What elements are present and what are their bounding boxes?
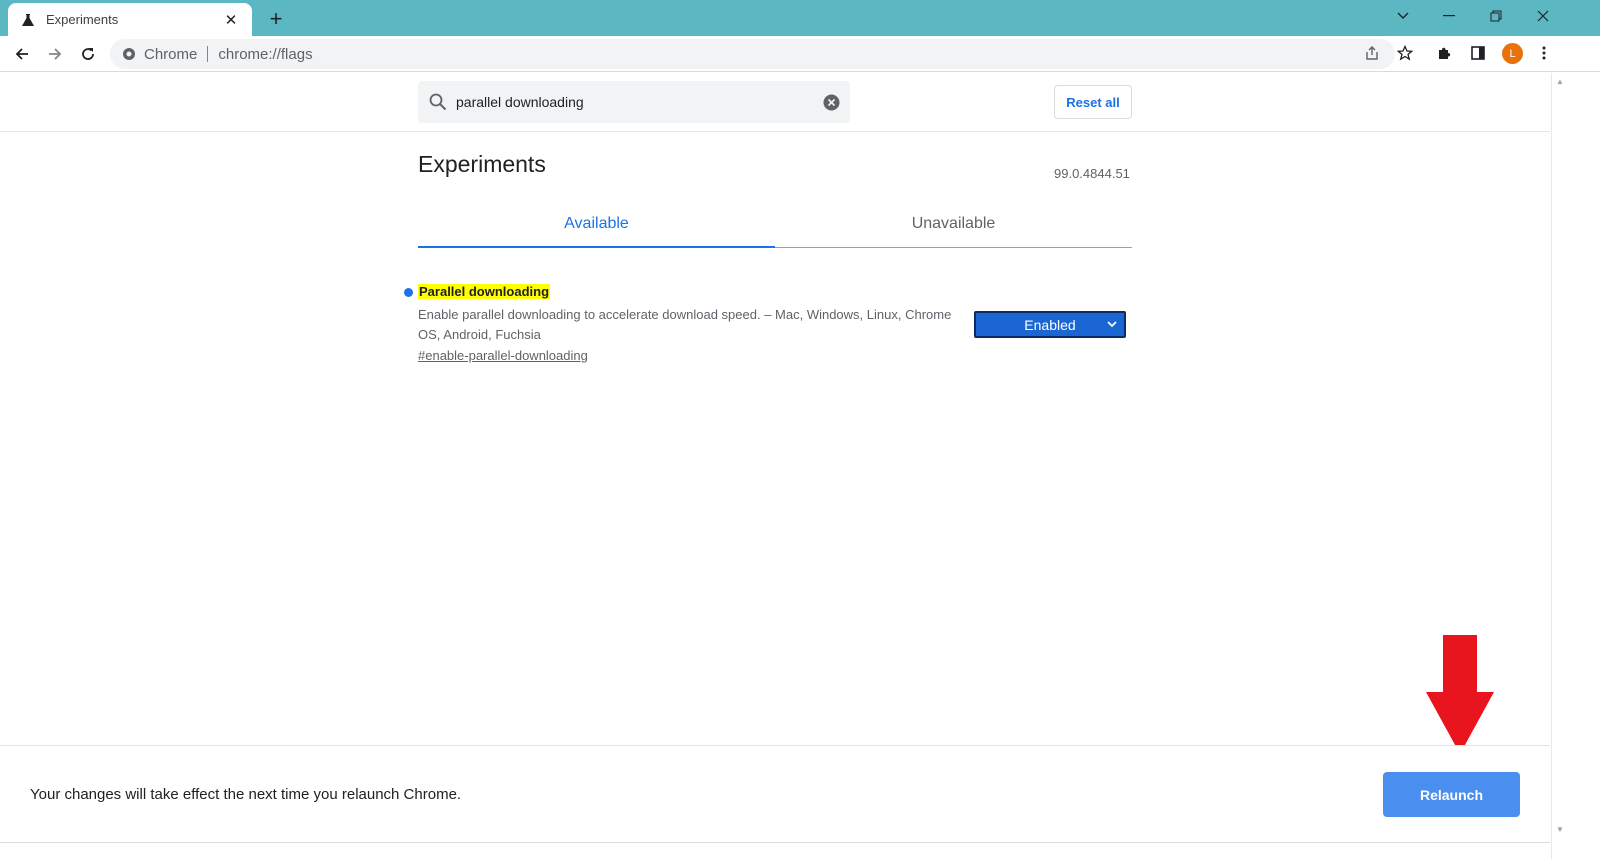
search-input[interactable] <box>456 94 822 110</box>
tab-title: Experiments <box>46 12 119 27</box>
reset-all-button[interactable]: Reset all <box>1054 85 1132 119</box>
browser-tab[interactable]: Experiments ✕ <box>8 3 252 36</box>
back-arrow-icon[interactable] <box>9 41 35 67</box>
new-tab-button[interactable]: + <box>264 6 288 31</box>
tab-strip: Experiments ✕ + <box>0 0 1600 36</box>
restore-icon[interactable] <box>1481 4 1511 28</box>
scroll-down-arrow-icon[interactable]: ▼ <box>1556 825 1564 834</box>
side-panel-icon[interactable] <box>1466 41 1490 65</box>
extensions-puzzle-icon[interactable] <box>1433 41 1457 65</box>
flag-state-select[interactable]: Enabled <box>974 311 1126 338</box>
tab-available[interactable]: Available <box>418 200 775 248</box>
flag-permalink[interactable]: #enable-parallel-downloading <box>418 348 588 363</box>
flask-icon <box>20 12 36 28</box>
search-icon <box>428 92 448 112</box>
search-box[interactable] <box>418 81 850 123</box>
flag-description: Enable parallel downloading to accelerat… <box>418 307 952 342</box>
flags-tabs: Available Unavailable <box>418 200 1132 248</box>
tab-unavailable[interactable]: Unavailable <box>775 200 1132 247</box>
relaunch-bar: Your changes will take effect the next t… <box>0 745 1550 842</box>
browser-toolbar: Chrome chrome://flags <box>0 36 1600 72</box>
forward-arrow-icon[interactable] <box>42 41 68 67</box>
omnibox-chip: Chrome <box>144 45 198 63</box>
scroll-up-arrow-icon[interactable]: ▲ <box>1556 77 1564 86</box>
window-bottom-edge <box>0 842 1550 859</box>
relaunch-button[interactable]: Relaunch <box>1383 772 1520 817</box>
flag-name: Parallel downloading <box>418 284 551 299</box>
tab-search-chevron-icon[interactable] <box>1388 4 1418 28</box>
window-close-icon[interactable] <box>1528 4 1558 28</box>
clear-circle-icon[interactable] <box>822 93 840 111</box>
profile-avatar[interactable]: L <box>1502 43 1523 64</box>
bookmark-star-icon[interactable] <box>1393 41 1417 65</box>
reload-icon[interactable] <box>75 41 101 67</box>
share-icon[interactable] <box>1360 41 1384 65</box>
modified-indicator-dot <box>404 288 413 297</box>
address-bar[interactable]: Chrome chrome://flags <box>110 39 1395 69</box>
flags-search-header: Reset all <box>0 73 1550 132</box>
chrome-site-icon <box>122 47 136 61</box>
minimize-icon[interactable] <box>1434 4 1464 28</box>
page-title: Experiments <box>418 151 546 177</box>
relaunch-message: Your changes will take effect the next t… <box>30 786 462 803</box>
red-down-arrow <box>1426 635 1494 754</box>
menu-kebab-icon[interactable] <box>1532 41 1556 65</box>
url-text[interactable]: chrome://flags <box>218 46 312 63</box>
page-scrollbar[interactable]: ▲ ▼ <box>1551 73 1567 859</box>
chevron-down-icon <box>1106 318 1118 330</box>
select-value: Enabled <box>1024 316 1076 333</box>
close-tab-icon[interactable]: ✕ <box>222 11 240 29</box>
omnibox-separator <box>207 46 209 62</box>
version-label: 99.0.4844.51 <box>1054 166 1130 181</box>
